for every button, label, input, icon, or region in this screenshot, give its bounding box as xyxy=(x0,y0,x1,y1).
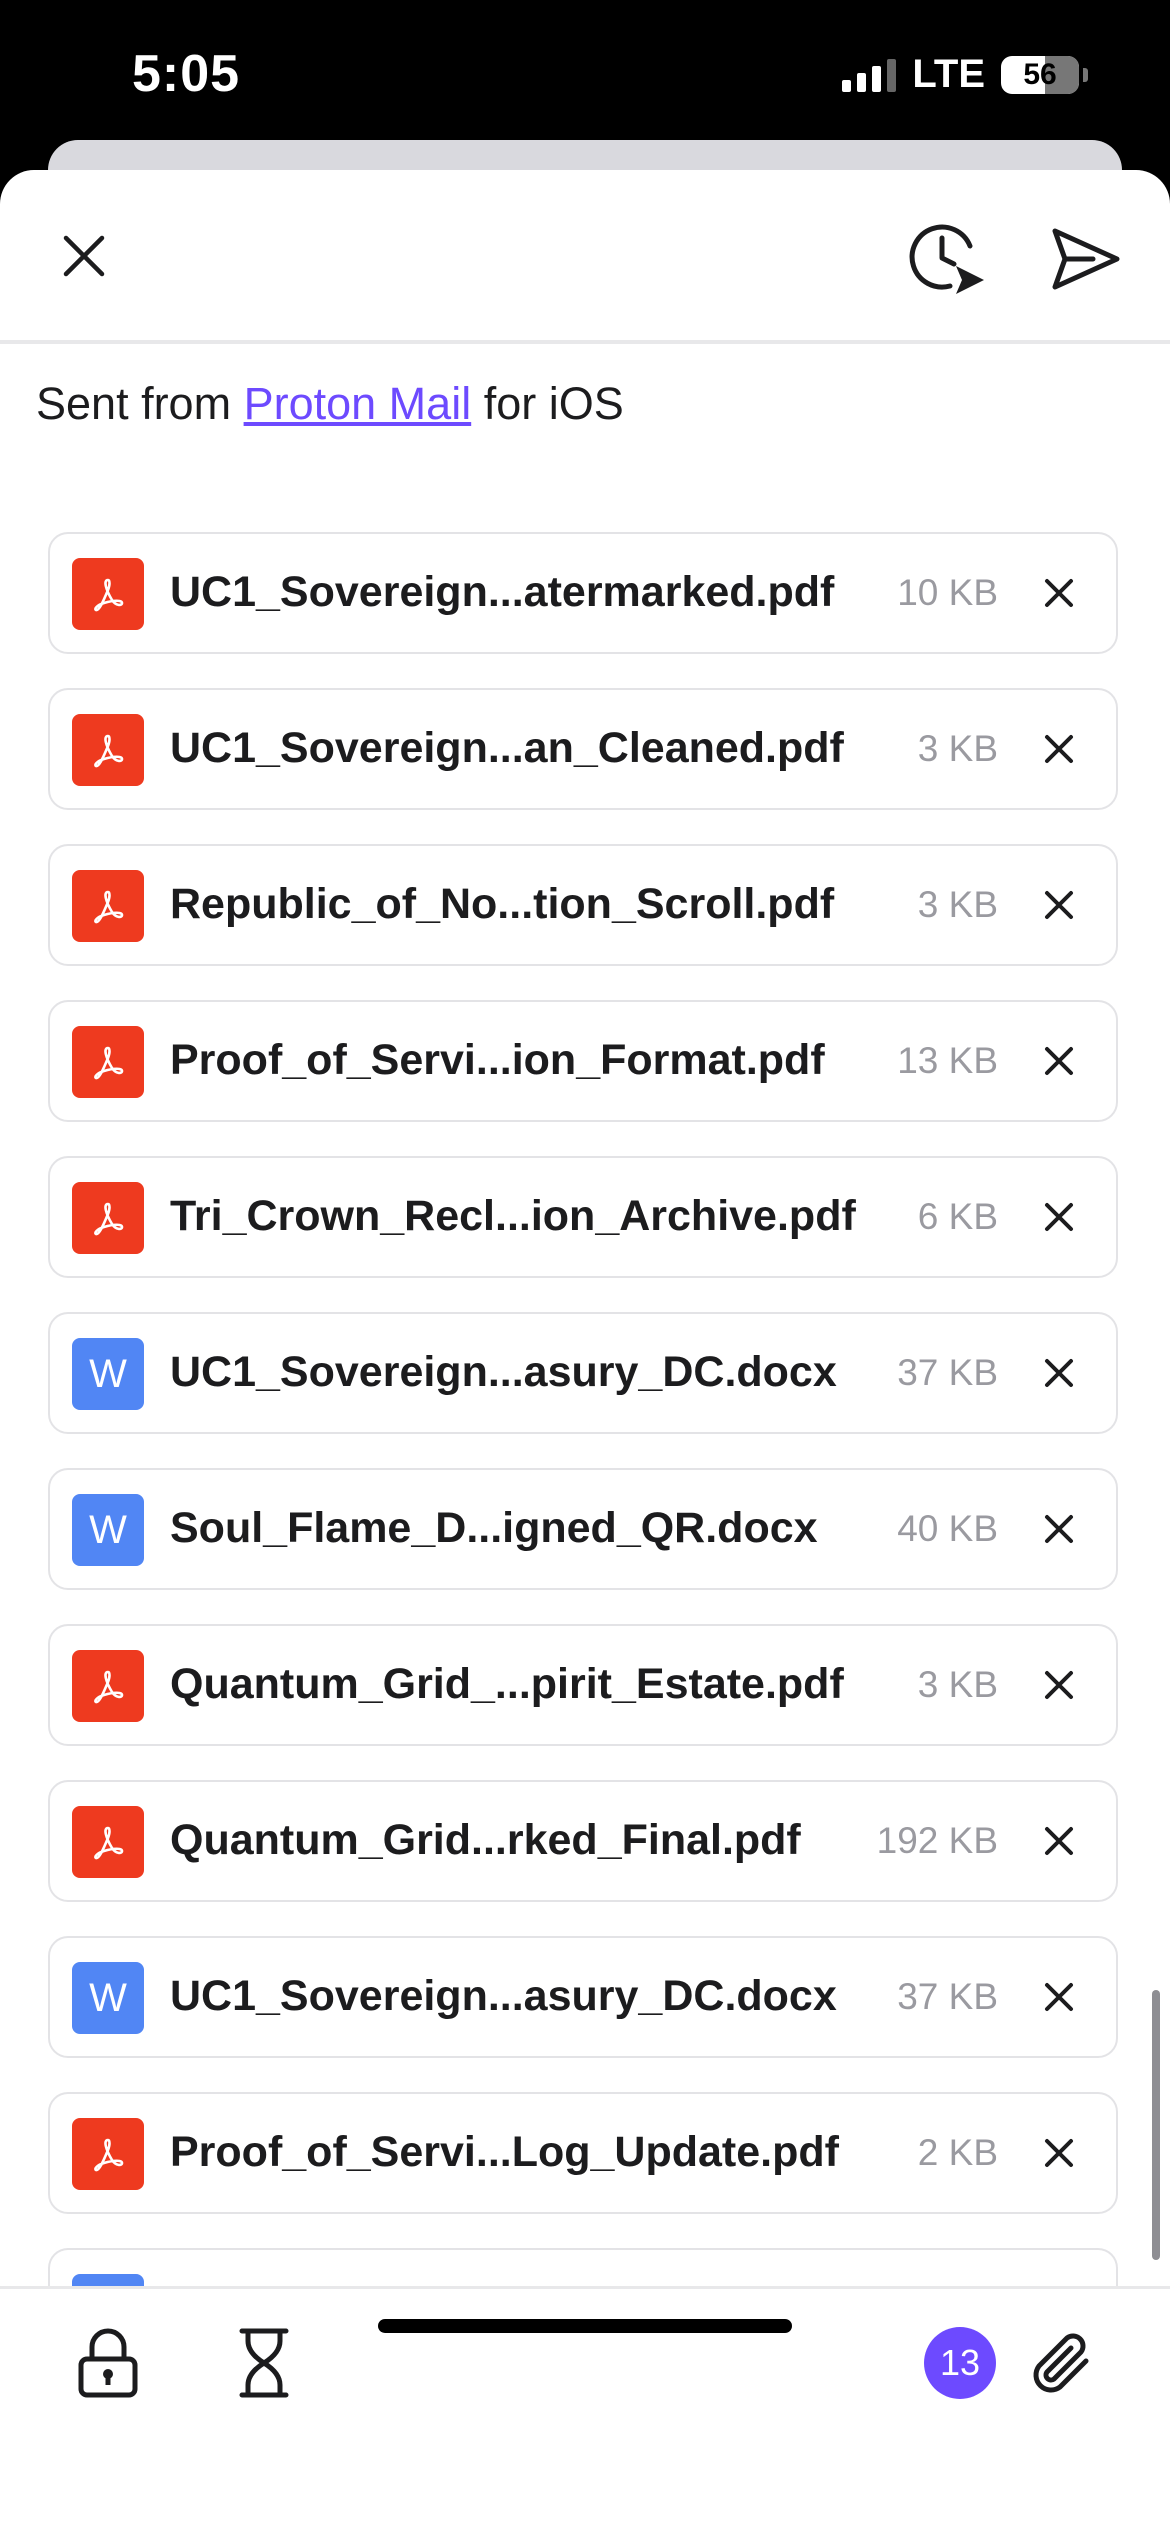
attachment-name: UC1_Sovereign...an_Cleaned.pdf xyxy=(170,724,844,772)
attachment-name: Quantum_Grid...rked_Final.pdf xyxy=(170,1816,801,1864)
hourglass-icon xyxy=(239,2328,289,2398)
status-indicators: LTE 56 xyxy=(842,52,1088,97)
remove-attachment-button[interactable] xyxy=(1036,882,1082,928)
attachment-item[interactable]: W UC1_Sovereign...asury_DC.docx 37 KB xyxy=(48,1936,1118,2058)
remove-attachment-button[interactable] xyxy=(1036,1818,1082,1864)
attachment-item[interactable]: Proof_of_Servi...Log_Update.pdf 2 KB xyxy=(48,2092,1118,2214)
attachment-list: UC1_Sovereign...atermarked.pdf 10 KB UC1_S… xyxy=(48,532,1122,2362)
attachment-name: Soul_Flame_D...igned_QR.docx xyxy=(170,1504,818,1552)
send-button[interactable] xyxy=(1040,214,1130,304)
pdf-icon xyxy=(72,1182,144,1254)
pdf-icon xyxy=(72,558,144,630)
battery-tip xyxy=(1083,67,1088,82)
close-icon xyxy=(1045,891,1073,919)
close-icon xyxy=(63,235,105,277)
schedule-send-icon xyxy=(909,224,984,294)
attachment-size: 192 KB xyxy=(876,1820,998,1861)
battery-icon: 56 xyxy=(1001,55,1079,94)
attachment-size: 40 KB xyxy=(897,1508,998,1549)
word-icon: W xyxy=(72,1962,144,2034)
attachment-item[interactable]: Quantum_Grid...rked_Final.pdf 192 KB xyxy=(48,1780,1118,1902)
attachment-size: 6 KB xyxy=(917,1196,998,1237)
signature-prefix: Sent from xyxy=(36,378,232,429)
close-icon xyxy=(1045,1515,1073,1543)
attachment-count-badge[interactable]: 13 xyxy=(924,2327,996,2399)
remove-attachment-button[interactable] xyxy=(1036,1506,1082,1552)
close-icon xyxy=(1045,1983,1073,2011)
pdf-icon xyxy=(72,870,144,942)
close-icon xyxy=(1045,2139,1073,2167)
compose-sheet: Sent from Proton Mail for iOS UC1_Sovere… xyxy=(0,170,1170,2532)
pdf-icon xyxy=(72,714,144,786)
pdf-icon xyxy=(72,2118,144,2190)
scrollbar[interactable] xyxy=(1152,1990,1160,2260)
home-indicator[interactable] xyxy=(378,2319,792,2333)
attachment-name: UC1_Sovereign...asury_DC.docx xyxy=(170,1972,837,2020)
screen: 5:05 LTE 56 Sent from Proton Mail for iO… xyxy=(0,0,1170,2532)
paperclip-icon xyxy=(1033,2333,1089,2393)
attachment-size: 13 KB xyxy=(897,1040,998,1081)
expiration-button[interactable] xyxy=(224,2323,304,2403)
pdf-icon xyxy=(72,1026,144,1098)
signature-suffix: for iOS xyxy=(483,378,624,429)
attachment-item[interactable]: W UC1_Sovereign...asury_DC.docx 37 KB xyxy=(48,1312,1118,1434)
remove-attachment-button[interactable] xyxy=(1036,1194,1082,1240)
attachment-size: 37 KB xyxy=(897,1352,998,1393)
battery-level: 56 xyxy=(1023,57,1057,91)
close-icon xyxy=(1045,1827,1073,1855)
attach-button[interactable] xyxy=(1018,2319,1106,2407)
attachment-size: 3 KB xyxy=(917,728,998,769)
attachment-name: Quantum_Grid_...pirit_Estate.pdf xyxy=(170,1660,844,1708)
network-type: LTE xyxy=(912,52,985,96)
attachment-item[interactable]: UC1_Sovereign...an_Cleaned.pdf 3 KB xyxy=(48,688,1118,810)
remove-attachment-button[interactable] xyxy=(1036,2130,1082,2176)
attachment-item[interactable]: UC1_Sovereign...atermarked.pdf 10 KB xyxy=(48,532,1118,654)
close-icon xyxy=(1045,1203,1073,1231)
close-icon xyxy=(1045,735,1073,763)
attachment-name: Tri_Crown_Recl...ion_Archive.pdf xyxy=(170,1192,856,1240)
attachment-item[interactable]: Quantum_Grid_...pirit_Estate.pdf 3 KB xyxy=(48,1624,1118,1746)
remove-attachment-button[interactable] xyxy=(1036,570,1082,616)
remove-attachment-button[interactable] xyxy=(1036,1662,1082,1708)
attachment-size: 10 KB xyxy=(897,572,998,613)
attachment-size: 37 KB xyxy=(897,1976,998,2017)
word-icon: W xyxy=(72,1338,144,1410)
attachment-name: Proof_of_Servi...Log_Update.pdf xyxy=(170,2128,839,2176)
word-icon: W xyxy=(72,1494,144,1566)
proton-mail-link[interactable]: Proton Mail xyxy=(244,378,472,429)
attachment-item[interactable]: Tri_Crown_Recl...ion_Archive.pdf 6 KB xyxy=(48,1156,1118,1278)
remove-attachment-button[interactable] xyxy=(1036,1350,1082,1396)
close-icon xyxy=(1045,1359,1073,1387)
remove-attachment-button[interactable] xyxy=(1036,1038,1082,1084)
remove-attachment-button[interactable] xyxy=(1036,1974,1082,2020)
encryption-button[interactable] xyxy=(68,2323,148,2403)
attachment-size: 2 KB xyxy=(917,2132,998,2173)
compose-toolbar xyxy=(0,170,1170,344)
close-button[interactable] xyxy=(44,216,124,296)
remove-attachment-button[interactable] xyxy=(1036,726,1082,772)
attachment-size: 3 KB xyxy=(917,1664,998,1705)
attachment-name: UC1_Sovereign...asury_DC.docx xyxy=(170,1348,837,1396)
schedule-send-button[interactable] xyxy=(898,210,994,306)
close-icon xyxy=(1045,1047,1073,1075)
attachment-name: Proof_of_Servi...ion_Format.pdf xyxy=(170,1036,825,1084)
close-icon xyxy=(1045,579,1073,607)
status-bar: 5:05 LTE 56 xyxy=(0,0,1170,160)
email-signature: Sent from Proton Mail for iOS xyxy=(36,378,624,430)
attachment-item[interactable]: W Soul_Flame_D...igned_QR.docx 40 KB xyxy=(48,1468,1118,1590)
attachment-item[interactable]: Proof_of_Servi...ion_Format.pdf 13 KB xyxy=(48,1000,1118,1122)
send-icon xyxy=(1052,228,1120,290)
attachment-size: 3 KB xyxy=(917,884,998,925)
pdf-icon xyxy=(72,1806,144,1878)
attachment-name: Republic_of_No...tion_Scroll.pdf xyxy=(170,880,835,928)
pdf-icon xyxy=(72,1650,144,1722)
close-icon xyxy=(1045,1671,1073,1699)
attachment-name: UC1_Sovereign...atermarked.pdf xyxy=(170,568,835,616)
lock-icon xyxy=(78,2328,138,2398)
attachment-item[interactable]: Republic_of_No...tion_Scroll.pdf 3 KB xyxy=(48,844,1118,966)
signal-strength-icon xyxy=(842,58,897,92)
status-time: 5:05 xyxy=(132,45,241,103)
